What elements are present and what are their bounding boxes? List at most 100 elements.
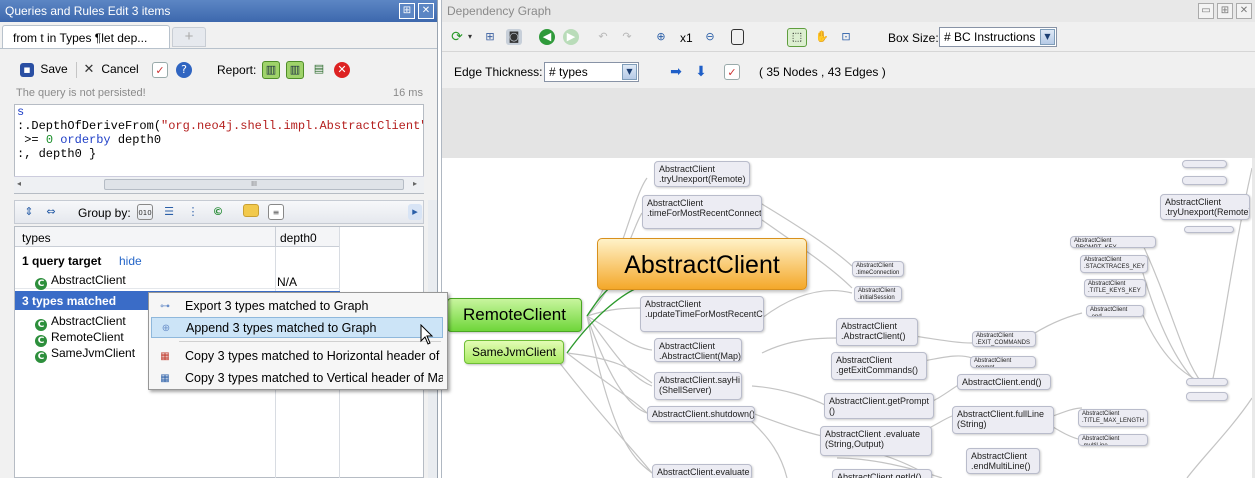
group-by-tree-icon[interactable]: ⋮ — [185, 204, 201, 220]
hand-pan-icon[interactable]: ✋ — [814, 29, 830, 45]
expand-all-icon[interactable]: ⇕ — [21, 204, 37, 220]
graph-node-small[interactable]: AbstractClient .STACKTRACES_KEY — [1080, 255, 1148, 273]
close-icon[interactable]: ✕ — [418, 3, 434, 19]
maximize-icon[interactable]: ⊞ — [1217, 3, 1233, 19]
close-icon[interactable]: ✕ — [1236, 3, 1252, 19]
graph-node[interactable]: AbstractClient.evaluate — [652, 464, 752, 478]
matched-group-label: 3 types matched — [22, 294, 117, 308]
graph-node[interactable]: AbstractClient.end() — [957, 374, 1051, 390]
graph-node-small[interactable]: AbstractClient .TITLE_KEYS_KEY — [1084, 279, 1146, 297]
graph-node-small[interactable]: AbstractClient .multiLine — [1078, 434, 1148, 446]
graph-node-collapsed[interactable] — [1182, 160, 1227, 168]
refresh-icon[interactable]: ⟳ — [449, 29, 465, 45]
graph-node-collapsed[interactable] — [1186, 392, 1228, 401]
graph-node[interactable]: AbstractClient .getExitCommands() — [831, 352, 927, 380]
report-label: Report: — [217, 63, 257, 77]
group-by-folder-icon[interactable] — [243, 204, 259, 217]
code-line: s — [17, 105, 423, 119]
graph-node[interactable]: AbstractClient .tryUnexport(Remote) — [654, 161, 750, 187]
check-report-icon[interactable]: ✓ — [724, 64, 740, 80]
context-menu-item[interactable]: ▦ Copy 3 types matched to Horizontal head… — [151, 346, 443, 367]
fit-page-icon[interactable] — [731, 29, 744, 45]
mouse-cursor-icon — [420, 323, 434, 346]
query-tab[interactable]: from t in Types ¶let dep... — [2, 25, 170, 49]
cancel-button[interactable]: ✕ Cancel — [82, 62, 139, 78]
queries-rules-panel: Queries and Rules Edit 3 items ⊞ ✕ from … — [0, 0, 438, 478]
graph-node[interactable]: AbstractClient.shutdown() — [647, 406, 755, 422]
graph-node-collapsed[interactable] — [1182, 176, 1227, 185]
graph-node-small[interactable]: AbstractClient .EXIT_COMMANDS — [972, 331, 1036, 347]
back-icon[interactable]: ◀ — [539, 29, 555, 45]
graph-node[interactable]: AbstractClient .tryUnexport(Remote) — [1160, 194, 1250, 220]
new-tab-plus-icon[interactable]: + — [172, 27, 206, 47]
graph-node-small[interactable]: AbstractClient .initialSession — [854, 286, 902, 302]
graph-node-small[interactable]: AbstractClient .timeConnection — [852, 261, 904, 277]
report-excel-icon[interactable]: ▤ — [311, 61, 327, 79]
scrollbar-thumb[interactable]: III — [104, 179, 404, 190]
graph-node-collapsed[interactable] — [1186, 378, 1228, 386]
delete-report-icon[interactable]: ✕ — [334, 62, 350, 78]
context-menu-item[interactable]: ⊕ Append 3 types matched to Graph — [151, 317, 443, 338]
graph-node[interactable]: AbstractClient .evaluate (String,Output) — [820, 426, 932, 456]
graph-node-small[interactable]: AbstractClient .TITLE_MAX_LENGTH — [1078, 409, 1148, 427]
zoom-area-icon[interactable]: ⊡ — [838, 29, 854, 45]
arrow-right-icon[interactable]: ➡ — [668, 64, 684, 80]
graph-node[interactable]: AbstractClient .endMultiLine() — [966, 448, 1040, 474]
redo-icon[interactable]: ↷ — [619, 29, 635, 45]
forward-icon[interactable]: ▶ — [563, 29, 579, 45]
right-panel-title: Dependency Graph — [447, 4, 552, 18]
graph-node-small[interactable]: AbstractClient .end — [1086, 305, 1144, 317]
hide-link[interactable]: hide — [119, 254, 142, 268]
report-export-icon[interactable]: ▥ — [286, 61, 304, 79]
arrow-down-icon[interactable]: ⬇ — [693, 64, 709, 80]
group-by-assembly-icon[interactable]: 010 — [137, 204, 153, 220]
column-separator — [275, 227, 276, 247]
graph-node[interactable]: AbstractClient.sayHi (ShellServer) — [654, 372, 742, 400]
report-html-icon[interactable]: ▥ — [262, 61, 280, 79]
undo-icon[interactable]: ↶ — [595, 29, 611, 45]
graph-node[interactable]: AbstractClient.getPrompt () — [824, 393, 934, 419]
table-row[interactable]: C AbstractClient N/A — [15, 271, 340, 290]
graph-node[interactable]: AbstractClient .updateTimeForMostRecentC… — [640, 296, 764, 332]
graph-node[interactable]: AbstractClient .timeForMostRecentConnect… — [642, 195, 762, 229]
group-by-file-icon[interactable]: ≡ — [268, 204, 284, 220]
box-size-value: # BC Instructions — [944, 30, 1036, 44]
context-menu-item[interactable]: ⊶ Export 3 types matched to Graph — [151, 296, 443, 317]
graph-node[interactable]: AbstractClient .AbstractClient(Map) — [654, 338, 742, 362]
scroll-left-icon[interactable]: ◂ — [17, 179, 21, 188]
chevron-down-icon: ▼ — [622, 64, 637, 80]
pin-icon[interactable]: ⊞ — [399, 3, 415, 19]
graph-node-small[interactable]: AbstractClient .PROMPT_KEY — [1070, 236, 1156, 248]
help-icon[interactable]: ? — [176, 62, 192, 78]
column-header-depth0[interactable]: depth0 — [280, 231, 317, 245]
save-button[interactable]: ▪ Save — [20, 62, 68, 77]
graph-node[interactable]: AbstractClient .AbstractClient() — [836, 318, 918, 346]
refresh-dropdown-icon[interactable]: ▾ — [468, 32, 472, 41]
camera-icon[interactable]: ◙ — [506, 29, 522, 45]
graph-node-small[interactable]: AbstractClient .prompt — [970, 356, 1036, 368]
layout-icon[interactable]: ⊞ — [482, 29, 498, 45]
toolbar-overflow-icon[interactable]: ▸ — [408, 204, 422, 220]
toolbar-separator — [76, 62, 77, 78]
check-report-icon[interactable]: ✓ — [152, 62, 168, 78]
select-mode-icon[interactable]: ⬚ — [787, 28, 807, 47]
collapse-all-icon[interactable]: ⇔ — [43, 204, 59, 220]
zoom-in-icon[interactable]: ⊕ — [653, 29, 669, 45]
group-by-type-icon[interactable]: © — [210, 204, 226, 220]
group-by-namespace-icon[interactable]: ☰ — [161, 204, 177, 220]
graph-node[interactable]: AbstractClient.fullLine (String) — [952, 406, 1054, 434]
column-header-types[interactable]: types — [22, 231, 51, 245]
editor-horizontal-scrollbar[interactable]: ◂ III ▸ — [14, 176, 424, 193]
code-line: :.DepthOfDeriveFrom("org.neo4j.shell.imp… — [17, 119, 423, 133]
graph-node-collapsed[interactable] — [1184, 226, 1234, 233]
edge-thickness-select[interactable]: # types ▼ — [544, 62, 639, 82]
graph-header-band — [442, 88, 1255, 158]
context-menu-item[interactable]: ▦ Copy 3 types matched to Vertical header… — [151, 368, 443, 389]
context-menu-label: Export 3 types matched to Graph — [185, 299, 369, 313]
graph-canvas[interactable]: AbstractClient RemoteClient SameJvmClien… — [442, 158, 1255, 478]
minimize-icon[interactable]: ▭ — [1198, 3, 1214, 19]
box-size-select[interactable]: # BC Instructions ▼ — [939, 27, 1057, 47]
zoom-out-icon[interactable]: ⊖ — [702, 29, 718, 45]
graph-node[interactable]: AbstractClient.getId() — [832, 469, 932, 478]
scroll-right-icon[interactable]: ▸ — [413, 179, 417, 188]
